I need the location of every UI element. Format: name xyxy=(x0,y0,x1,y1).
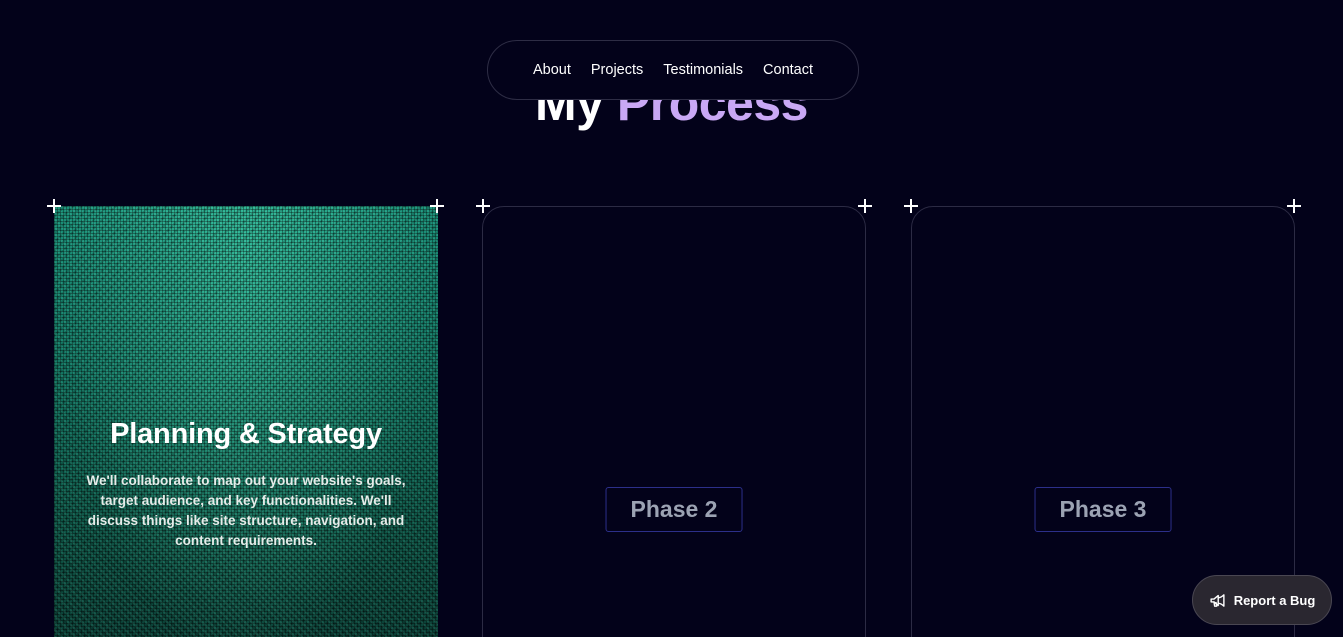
card-title: Planning & Strategy xyxy=(110,418,382,450)
page: My Process About Projects Testimonials C… xyxy=(0,0,1343,637)
nav-item-projects[interactable]: Projects xyxy=(591,62,643,78)
process-card-phase-3[interactable]: Phase 3 xyxy=(911,206,1295,637)
nav-item-contact[interactable]: Contact xyxy=(763,62,813,78)
card-content: Planning & Strategy We'll collaborate to… xyxy=(54,418,438,551)
report-bug-button[interactable]: Report a Bug xyxy=(1192,575,1332,625)
card-description: We'll collaborate to map out your websit… xyxy=(86,473,406,548)
corner-plus-icon xyxy=(904,199,918,213)
megaphone-icon xyxy=(1209,592,1226,609)
phase-badge: Phase 3 xyxy=(1034,487,1172,532)
report-bug-label: Report a Bug xyxy=(1233,592,1316,608)
nav-item-testimonials[interactable]: Testimonials xyxy=(663,62,743,78)
navbar: About Projects Testimonials Contact xyxy=(487,40,859,100)
process-card-phase-2[interactable]: Phase 2 xyxy=(482,206,866,637)
corner-plus-icon xyxy=(1287,199,1301,213)
corner-plus-icon xyxy=(858,199,872,213)
corner-plus-icon xyxy=(430,199,444,213)
corner-plus-icon xyxy=(476,199,490,213)
process-card-planning[interactable]: Planning & Strategy We'll collaborate to… xyxy=(54,206,438,637)
corner-plus-icon xyxy=(47,199,61,213)
phase-badge: Phase 2 xyxy=(605,487,743,532)
nav-item-about[interactable]: About xyxy=(533,62,571,78)
